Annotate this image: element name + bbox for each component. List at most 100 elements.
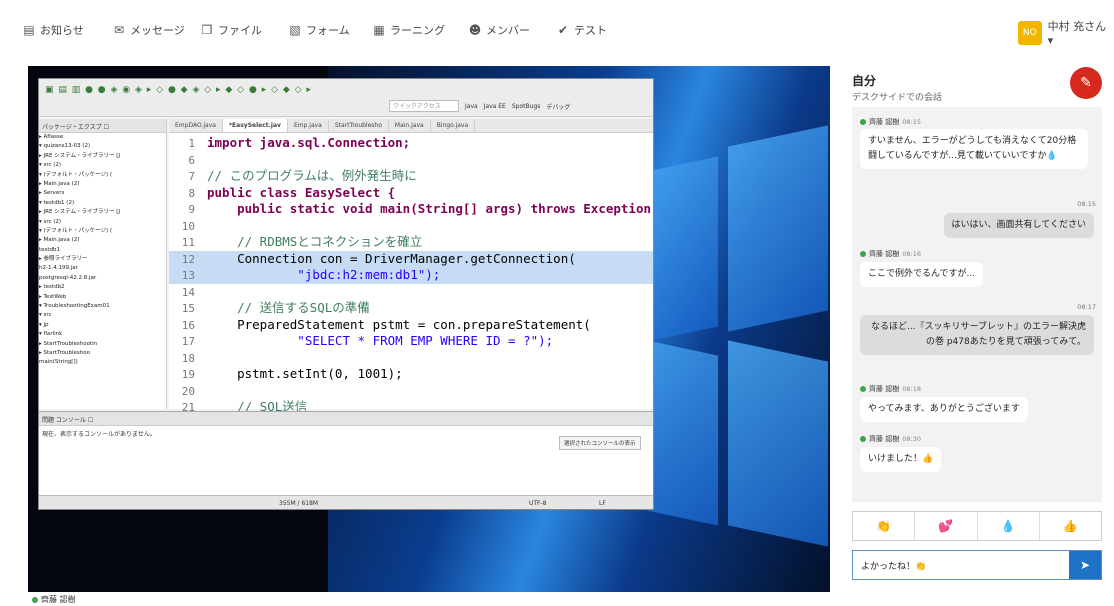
line-number: 10 bbox=[181, 219, 195, 233]
nav-file[interactable]: ❒ ファイル bbox=[200, 22, 262, 38]
eclipse-window: ▣ ▤ ▥ ● ● ◈ ◉ ◈ ▸ ◇ ● ◆ ◈ ◇ ▸ ◆ ◇ ● ▸ ◇ … bbox=[38, 78, 654, 510]
code-line[interactable]: 13 "jbdc:h2:mem:db1"); bbox=[169, 267, 653, 284]
explorer-item[interactable]: ▾ quizans13-03 (2) bbox=[39, 142, 166, 151]
code-line[interactable]: 20 bbox=[169, 383, 653, 400]
message-bubble: いけました！👍 bbox=[860, 447, 942, 472]
message-input[interactable] bbox=[853, 551, 1069, 579]
toolbar-icons[interactable]: ▣ ▤ ▥ ● ● ◈ ◉ ◈ ▸ ◇ ● ◆ ◈ ◇ ▸ ◆ ◇ ● ▸ ◇ … bbox=[45, 85, 312, 95]
line-number: 18 bbox=[181, 351, 195, 365]
explorer-item[interactable]: ▾ flarlink bbox=[39, 330, 166, 339]
code-line[interactable]: 6 bbox=[169, 152, 653, 169]
code-area[interactable]: 1 import java.sql.Connection; 6 7 // このプログラム… bbox=[169, 135, 653, 432]
quick-access-input[interactable]: クイックアクセス bbox=[389, 100, 459, 112]
explorer-item[interactable]: ▸ testdb2 bbox=[39, 283, 166, 292]
explorer-item[interactable]: testdb1 bbox=[39, 246, 166, 255]
explorer-item[interactable]: ▾ src bbox=[39, 311, 166, 320]
explorer-item[interactable]: ▾ testdb1 (2) bbox=[39, 199, 166, 208]
nav-test[interactable]: ✔ テスト bbox=[556, 22, 607, 38]
user-menu[interactable]: NO 中村 充さん ▾ bbox=[1018, 18, 1114, 47]
explorer-item[interactable]: ▸ TestWeb bbox=[39, 293, 166, 302]
code-line[interactable]: 8 public class EasySelect { bbox=[169, 185, 653, 202]
code-line[interactable]: 18 bbox=[169, 350, 653, 367]
code-line[interactable]: 1 import java.sql.Connection; bbox=[169, 135, 653, 152]
explorer-item[interactable]: main(String[]) bbox=[39, 358, 166, 367]
explorer-item[interactable]: h2-1.4.199.jar bbox=[39, 264, 166, 273]
code-line[interactable]: 11 // RDBMSとコネクションを確立 bbox=[169, 234, 653, 251]
nav-learning[interactable]: ▦ ラーニング bbox=[372, 22, 445, 38]
explorer-item[interactable]: ▸ Aflasse bbox=[39, 133, 166, 142]
explorer-item[interactable]: ▸ JRE システム・ライブラリー [J bbox=[39, 152, 166, 161]
perspective-debug[interactable]: デバッグ bbox=[546, 102, 570, 111]
code-text: // RDBMSとコネクションを確立 bbox=[207, 234, 423, 249]
show-console-button[interactable]: 選択されたコンソールの表示 bbox=[559, 436, 641, 450]
online-icon bbox=[860, 251, 866, 257]
message-time: 08:15 bbox=[902, 118, 921, 126]
tab-emp[interactable]: Emp.java bbox=[288, 119, 329, 132]
perspective-javaee[interactable]: Java EE bbox=[484, 103, 506, 110]
explorer-item[interactable]: ▾ src (2) bbox=[39, 161, 166, 170]
nav-label: メンバー bbox=[486, 24, 530, 37]
tab-starttroubleshoot[interactable]: StartTroublesho bbox=[329, 119, 389, 132]
reaction-bar: 👏 💕 💧 👍 bbox=[852, 511, 1102, 541]
thumbs-up-reaction-button[interactable]: 👍 bbox=[1040, 512, 1101, 540]
explorer-item[interactable]: ▸ StartTroubleshoo bbox=[39, 349, 166, 358]
explorer-item[interactable]: ▾ (デフォルト・パッケージ) ( bbox=[39, 171, 166, 180]
code-text: Connection con = DriverManager.getConnec… bbox=[207, 250, 576, 266]
shared-screen: ▣ ▤ ▥ ● ● ◈ ◉ ◈ ▸ ◇ ● ◆ ◈ ◇ ▸ ◆ ◇ ● ▸ ◇ … bbox=[28, 66, 830, 592]
nav-notice[interactable]: ▤ お知らせ bbox=[22, 22, 83, 38]
code-line[interactable]: 10 bbox=[169, 218, 653, 235]
tab-empdao[interactable]: EmpDAO.java bbox=[169, 119, 223, 132]
explorer-item[interactable]: ▸ Main.java (2) bbox=[39, 236, 166, 245]
hearts-reaction-button[interactable]: 💕 bbox=[915, 512, 978, 540]
code-line[interactable]: 17 "SELECT * FROM EMP WHERE ID = ?"); bbox=[169, 333, 653, 350]
tab-bingo[interactable]: Bingo.java bbox=[431, 119, 476, 132]
console-title: 問題 コンソール ☐ bbox=[39, 412, 653, 426]
ide-toolbar: ▣ ▤ ▥ ● ● ◈ ◉ ◈ ▸ ◇ ● ◆ ◈ ◇ ▸ ◆ ◇ ● ▸ ◇ … bbox=[39, 79, 653, 117]
explorer-item[interactable]: ▸ Main.java (2) bbox=[39, 180, 166, 189]
perspective-spotbugs[interactable]: SpotBugs bbox=[512, 103, 541, 110]
explorer-item[interactable]: ▸ StartTroubleshootin bbox=[39, 340, 166, 349]
code-text: // 送信するSQLの準備 bbox=[207, 300, 370, 315]
line-number: 19 bbox=[181, 368, 195, 381]
message-bubble: はいはい、画面共有してください bbox=[943, 213, 1094, 238]
code-line[interactable]: 9 public static void main(String[] args)… bbox=[169, 201, 653, 218]
explorer-item[interactable]: ▸ Servers bbox=[39, 189, 166, 198]
code-line[interactable]: 16 PreparedStatement pstmt = con.prepare… bbox=[169, 317, 653, 334]
footer-user: 齊藤 認樹 bbox=[32, 594, 76, 605]
message-header: 齊藤 認樹 08:30 bbox=[860, 434, 921, 444]
code-line[interactable]: 14 bbox=[169, 284, 653, 301]
code-line[interactable]: 12 Connection con = DriverManager.getCon… bbox=[169, 250, 653, 267]
chat-subtitle: デスクサイドでの会話 bbox=[852, 93, 943, 103]
online-icon bbox=[860, 386, 866, 392]
message-bubble: ここで例外でるんですが... bbox=[860, 262, 984, 287]
online-icon bbox=[32, 596, 38, 603]
droplet-reaction-button[interactable]: 💧 bbox=[978, 512, 1040, 540]
explorer-item[interactable]: ▾ src (2) bbox=[39, 218, 166, 227]
code-editor: EmpDAO.java *EasySelect.jav Emp.java Sta… bbox=[169, 119, 653, 431]
explorer-item[interactable]: ▸ JRE システム・ライブラリー [J bbox=[39, 208, 166, 217]
code-line[interactable]: 7 // このプログラムは、例外発生時に bbox=[169, 168, 653, 185]
user-name: 中村 充さん ▾ bbox=[1047, 20, 1107, 47]
code-line[interactable]: 15 // 送信するSQLの準備 bbox=[169, 300, 653, 317]
tab-easyselect[interactable]: *EasySelect.jav bbox=[222, 119, 288, 132]
nav-message[interactable]: ✉ メッセージ bbox=[112, 22, 185, 38]
explorer-item[interactable]: ▸ 参照ライブラリー bbox=[39, 255, 166, 264]
nav-members[interactable]: ☻ メンバー bbox=[468, 22, 530, 38]
perspective-bar: クイックアクセス Java Java EE SpotBugs デバッグ bbox=[389, 99, 570, 113]
code-line[interactable]: 19 pstmt.setInt(0, 1001); bbox=[169, 366, 653, 383]
line-number: 14 bbox=[181, 285, 195, 299]
chat-log: 齊藤 認樹 08:15 すいません、エラーがどうしても消えなくて20分格闘している… bbox=[852, 107, 1102, 502]
code-text: "SELECT * FROM EMP WHERE ID = ?"); bbox=[207, 333, 554, 348]
editor-tabs: EmpDAO.java *EasySelect.jav Emp.java Sta… bbox=[169, 119, 653, 133]
send-button[interactable]: ➤ bbox=[1069, 551, 1101, 579]
chat-avatar[interactable]: ✎ bbox=[1070, 67, 1102, 99]
clap-reaction-button[interactable]: 👏 bbox=[853, 512, 916, 540]
nav-label: フォーム bbox=[306, 24, 350, 37]
perspective-java[interactable]: Java bbox=[465, 103, 478, 110]
explorer-item[interactable]: ▾ (デフォルト・パッケージ) ( bbox=[39, 227, 166, 236]
explorer-item[interactable]: postgresql-42.2.8.jar bbox=[39, 274, 166, 283]
nav-form[interactable]: ▧ フォーム bbox=[288, 22, 350, 38]
tab-main[interactable]: Main.java bbox=[389, 119, 431, 132]
explorer-item[interactable]: ▾ jp bbox=[39, 321, 166, 330]
explorer-item[interactable]: ▾ TroubleshootingExam01 bbox=[39, 302, 166, 311]
